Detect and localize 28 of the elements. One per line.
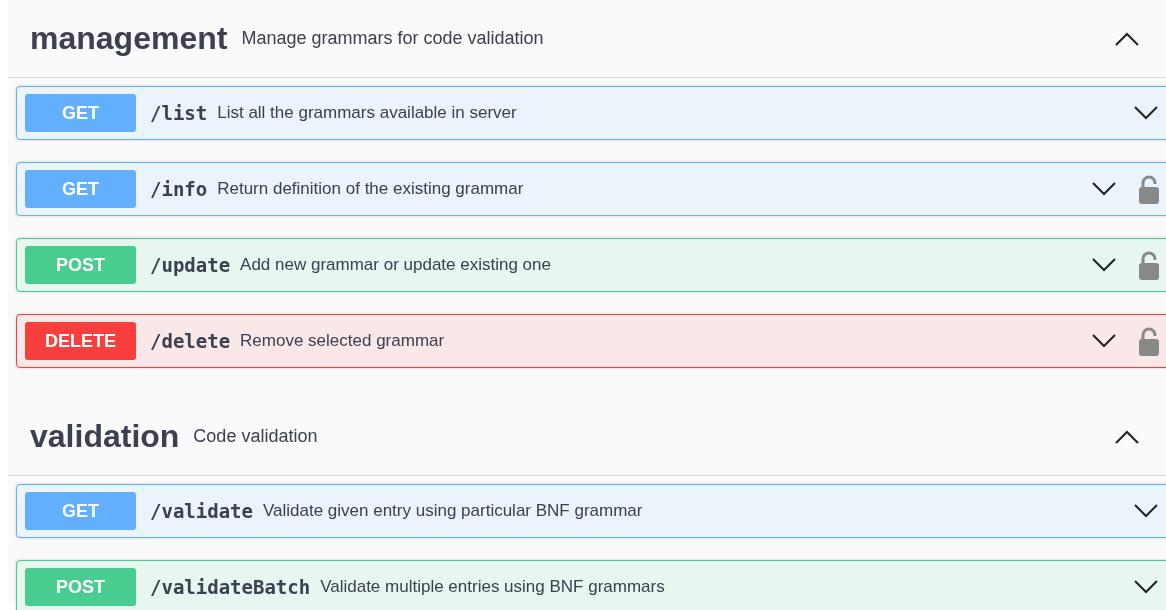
section-description: Manage grammars for code validation [241,28,544,49]
operation-row[interactable]: GET /info Return definition of the existing grammar [16,162,1166,216]
endpoint-summary: Return definition of the existing grammar [217,179,524,199]
section-description: Code validation [193,426,318,447]
endpoint-summary: Validate multiple entries using BNF grammars [320,577,665,597]
method-badge: GET [25,94,136,132]
operation-row[interactable]: GET /list List all the grammars available in server [16,86,1166,140]
method-badge: GET [25,492,136,530]
endpoint-summary: List all the grammars available in server [217,103,517,123]
operation-row[interactable]: GET /validate Validate given entry using particular BNF grammar [16,484,1166,538]
method-badge: GET [25,170,136,208]
endpoint-path: /update [150,254,231,276]
method-badge: POST [25,568,136,606]
operation-row[interactable]: POST /update Add new grammar or update existing one [16,238,1166,292]
endpoint-path: /info [150,178,208,200]
operation-row[interactable]: POST /validateBatch Validate multiple entries using BNF grammars [16,560,1166,610]
endpoint-path: /validateBatch [150,576,311,598]
endpoint-summary: Add new grammar or update existing one [240,255,551,275]
operation-row[interactable]: DELETE /delete Remove selected grammar [16,314,1166,368]
endpoint-summary: Validate given entry using particular BNF grammar [262,501,643,521]
section-title: validation [30,418,180,455]
endpoint-path: /validate [150,500,253,522]
endpoint-summary: Remove selected grammar [240,331,445,351]
endpoint-path: /list [150,102,208,124]
endpoint-path: /delete [150,330,231,352]
method-badge: POST [25,246,136,284]
method-badge: DELETE [25,322,136,360]
section-title: management [30,20,228,57]
